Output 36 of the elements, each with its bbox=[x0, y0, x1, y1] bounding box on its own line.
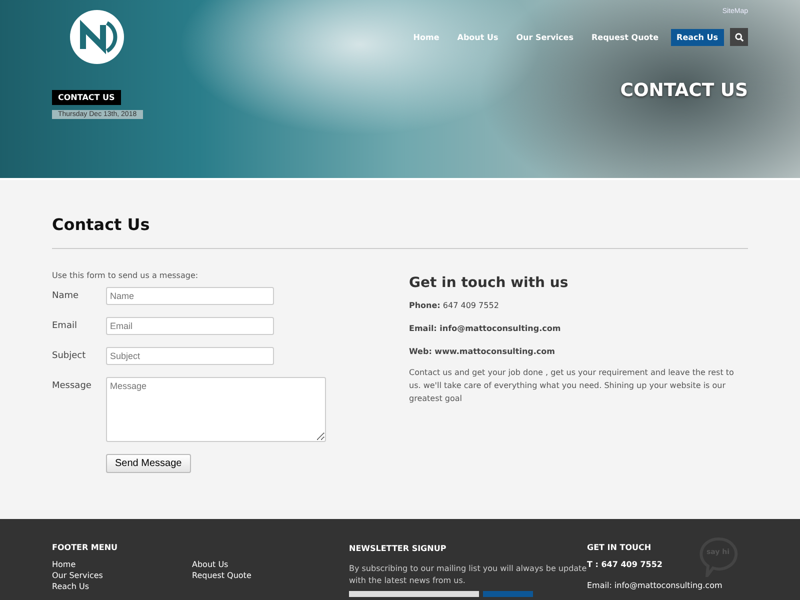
form-intro: Use this form to send us a message: bbox=[52, 271, 200, 280]
footer-link[interactable]: About Us bbox=[192, 560, 332, 569]
field-label: Email bbox=[52, 320, 78, 333]
newsletter-field[interactable] bbox=[349, 591, 479, 597]
section-title: Contact Us bbox=[52, 215, 151, 234]
subscribe-button[interactable] bbox=[483, 591, 533, 597]
footer-link[interactable]: Reach Us bbox=[52, 582, 192, 591]
contact-title: Get in touch with us bbox=[409, 275, 570, 291]
footer-link[interactable]: Request Quote bbox=[192, 571, 332, 580]
input-field[interactable]: Name bbox=[106, 287, 274, 305]
nav-link[interactable]: Request Quote bbox=[585, 28, 665, 46]
footer-heading: GET IN TOUCH bbox=[587, 543, 652, 552]
field-label: Name bbox=[52, 290, 80, 303]
footer-link[interactable]: Home bbox=[52, 560, 192, 569]
contact-text: Contact us and get your job done , get us your requirement and leave the rest to us. we'll take care of everything what you need. Shining up your website is our greatest goal bbox=[409, 367, 735, 405]
nav-link[interactable]: Reach Us bbox=[670, 28, 724, 46]
message-field[interactable]: Message bbox=[106, 377, 326, 442]
footer-heading: NEWSLETTER SIGNUP bbox=[349, 543, 446, 555]
logo-icon bbox=[69, 9, 125, 65]
input-field[interactable]: Subject bbox=[106, 347, 274, 365]
page-title: CONTACT US bbox=[620, 80, 748, 101]
input-field[interactable]: Email bbox=[106, 317, 274, 335]
footer-heading: FOOTER MENU bbox=[52, 543, 118, 552]
contact-line: Phone: 647 409 7552 bbox=[409, 301, 500, 310]
footer-email: Email: info@mattoconsulting.com bbox=[587, 581, 724, 590]
newsletter-text: By subscribing to our mailing list you will always be update with the latest news from us. bbox=[349, 563, 587, 587]
search-button[interactable] bbox=[730, 28, 748, 46]
send-button[interactable]: Send Message bbox=[106, 454, 191, 473]
field-label: Message bbox=[52, 380, 92, 393]
footer-phone: T : 647 409 7552 bbox=[587, 560, 664, 569]
breadcrumb-label: CONTACT US bbox=[52, 90, 121, 105]
contact-line: Email: info@mattoconsulting.com bbox=[409, 324, 562, 333]
footer-link[interactable]: Our Services bbox=[52, 571, 192, 580]
contact-line: Web: www.mattoconsulting.com bbox=[409, 347, 556, 356]
field-label: Subject bbox=[52, 350, 87, 363]
search-icon bbox=[734, 32, 744, 42]
